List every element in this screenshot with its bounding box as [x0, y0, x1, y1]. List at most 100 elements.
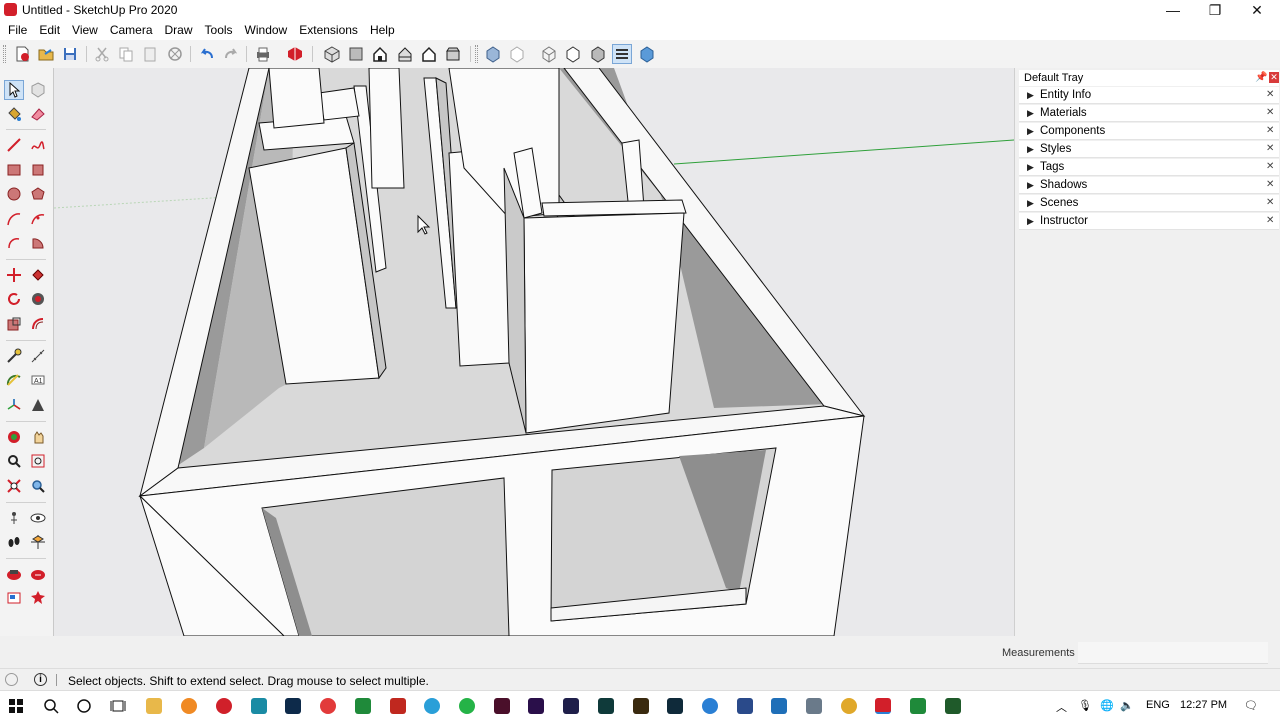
- pin-icon[interactable]: 📌: [1255, 72, 1267, 83]
- camtasia-recorder-icon[interactable]: [945, 698, 961, 714]
- menu-extensions[interactable]: Extensions: [293, 20, 364, 40]
- menu-help[interactable]: Help: [364, 20, 401, 40]
- text-tool-icon[interactable]: A1: [28, 370, 48, 390]
- select-tool-icon[interactable]: [4, 80, 24, 100]
- panel-shadows[interactable]: ▶ Shadows ✕: [1019, 177, 1279, 194]
- back-edges-icon[interactable]: [507, 44, 527, 64]
- input-language[interactable]: ENG: [1146, 699, 1170, 711]
- premiere-icon[interactable]: [528, 698, 544, 714]
- network-icon[interactable]: 🌐: [1100, 699, 1114, 712]
- toolbar-grip[interactable]: [475, 45, 478, 63]
- maximize-button[interactable]: ❐: [1194, 0, 1236, 20]
- app-v-icon[interactable]: [771, 698, 787, 714]
- expand-arrow-icon[interactable]: ▶: [1027, 162, 1034, 173]
- dimension-tool-icon[interactable]: [28, 346, 48, 366]
- sketchup-alt-icon[interactable]: [320, 698, 336, 714]
- line-tool-icon[interactable]: [4, 135, 24, 155]
- cut-icon[interactable]: [92, 44, 112, 64]
- scale-tool-icon[interactable]: [4, 314, 24, 334]
- close-button[interactable]: ✕: [1236, 0, 1278, 20]
- search-icon[interactable]: [43, 698, 59, 714]
- pie-tool-icon[interactable]: [28, 233, 48, 253]
- expand-arrow-icon[interactable]: ▶: [1027, 198, 1034, 209]
- paste-icon[interactable]: [140, 44, 160, 64]
- panel-components[interactable]: ▶ Components ✕: [1019, 123, 1279, 140]
- panel-close-icon[interactable]: ✕: [1266, 89, 1274, 100]
- revit-icon[interactable]: [737, 698, 753, 714]
- windows-start-icon[interactable]: [8, 698, 24, 714]
- panel-close-icon[interactable]: ✕: [1266, 215, 1274, 226]
- offset-tool-icon[interactable]: [28, 314, 48, 334]
- volume-icon[interactable]: 🔈: [1120, 699, 1134, 712]
- circle-tool-icon[interactable]: [4, 184, 24, 204]
- extension-manager-icon[interactable]: [28, 588, 48, 608]
- expand-arrow-icon[interactable]: ▶: [1027, 90, 1034, 101]
- arc-tool-icon[interactable]: [4, 209, 24, 229]
- panel-close-icon[interactable]: ✕: [1266, 143, 1274, 154]
- rotate-tool-icon[interactable]: [4, 289, 24, 309]
- position-camera-icon[interactable]: [4, 508, 24, 528]
- eraser-tool-icon[interactable]: [28, 104, 48, 124]
- tape-measure-icon[interactable]: [4, 346, 24, 366]
- illustrator-icon[interactable]: [633, 698, 649, 714]
- info-icon[interactable]: i: [34, 673, 47, 686]
- menu-camera[interactable]: Camera: [104, 20, 159, 40]
- zoom-extents-icon[interactable]: [4, 476, 24, 496]
- menu-file[interactable]: File: [2, 20, 33, 40]
- paint-icon[interactable]: [841, 698, 857, 714]
- zoom-window-icon[interactable]: [28, 451, 48, 471]
- microphone-icon[interactable]: 🎙: [1078, 699, 1092, 712]
- zoom-tool-icon[interactable]: [4, 451, 24, 471]
- expand-arrow-icon[interactable]: ▶: [1027, 108, 1034, 119]
- measurements-input[interactable]: [1078, 642, 1268, 664]
- expand-arrow-icon[interactable]: ▶: [1027, 144, 1034, 155]
- extension-warehouse-icon[interactable]: [4, 564, 24, 584]
- expand-arrow-icon[interactable]: ▶: [1027, 216, 1034, 227]
- browser-icon[interactable]: [702, 698, 718, 714]
- pan-tool-icon[interactable]: [28, 427, 48, 447]
- indesign-icon[interactable]: [494, 698, 510, 714]
- freehand-tool-icon[interactable]: [28, 135, 48, 155]
- geo-location-icon[interactable]: [5, 673, 18, 686]
- push-pull-icon[interactable]: [28, 265, 48, 285]
- look-around-icon[interactable]: [28, 508, 48, 528]
- panel-close-icon[interactable]: ✕: [1266, 161, 1274, 172]
- menu-window[interactable]: Window: [239, 20, 294, 40]
- telegram-icon[interactable]: [424, 698, 440, 714]
- tray-close-button[interactable]: ✕: [1269, 72, 1279, 83]
- paint-bucket-icon[interactable]: [4, 104, 24, 124]
- menu-tools[interactable]: Tools: [199, 20, 239, 40]
- 3d-warehouse-icon[interactable]: [28, 564, 48, 584]
- polygon-tool-icon[interactable]: [28, 184, 48, 204]
- wireframe-icon[interactable]: [539, 44, 559, 64]
- panel-materials[interactable]: ▶ Materials ✕: [1019, 105, 1279, 122]
- after-effects-icon[interactable]: [563, 698, 579, 714]
- panel-instructor[interactable]: ▶ Instructor ✕: [1019, 213, 1279, 230]
- menu-draw[interactable]: Draw: [159, 20, 199, 40]
- follow-me-icon[interactable]: [28, 289, 48, 309]
- rectangle-tool-icon[interactable]: [4, 160, 24, 180]
- move-tool-icon[interactable]: [4, 265, 24, 285]
- xray-icon[interactable]: [483, 44, 503, 64]
- acrobat-icon[interactable]: [390, 698, 406, 714]
- panel-close-icon[interactable]: ✕: [1266, 179, 1274, 190]
- camtasia-icon[interactable]: [910, 698, 926, 714]
- hidden-line-icon[interactable]: [563, 44, 583, 64]
- excel-icon[interactable]: [355, 698, 371, 714]
- cortana-icon[interactable]: [76, 698, 92, 714]
- layout-send-icon[interactable]: [4, 588, 24, 608]
- undo-icon[interactable]: [197, 44, 217, 64]
- make-component-icon[interactable]: [28, 80, 48, 100]
- panel-close-icon[interactable]: ✕: [1266, 125, 1274, 136]
- notifications-icon[interactable]: 🗨: [1244, 699, 1258, 712]
- previous-view-icon[interactable]: [28, 476, 48, 496]
- save-icon[interactable]: [60, 44, 80, 64]
- orbit-tool-icon[interactable]: [4, 427, 24, 447]
- copy-icon[interactable]: [116, 44, 136, 64]
- minimize-button[interactable]: —: [1152, 0, 1194, 20]
- sketchup-taskbar-icon[interactable]: [875, 698, 891, 714]
- iso-view-icon[interactable]: [322, 44, 342, 64]
- front-view-icon[interactable]: [370, 44, 390, 64]
- panel-styles[interactable]: ▶ Styles ✕: [1019, 141, 1279, 158]
- 3d-text-icon[interactable]: [28, 395, 48, 415]
